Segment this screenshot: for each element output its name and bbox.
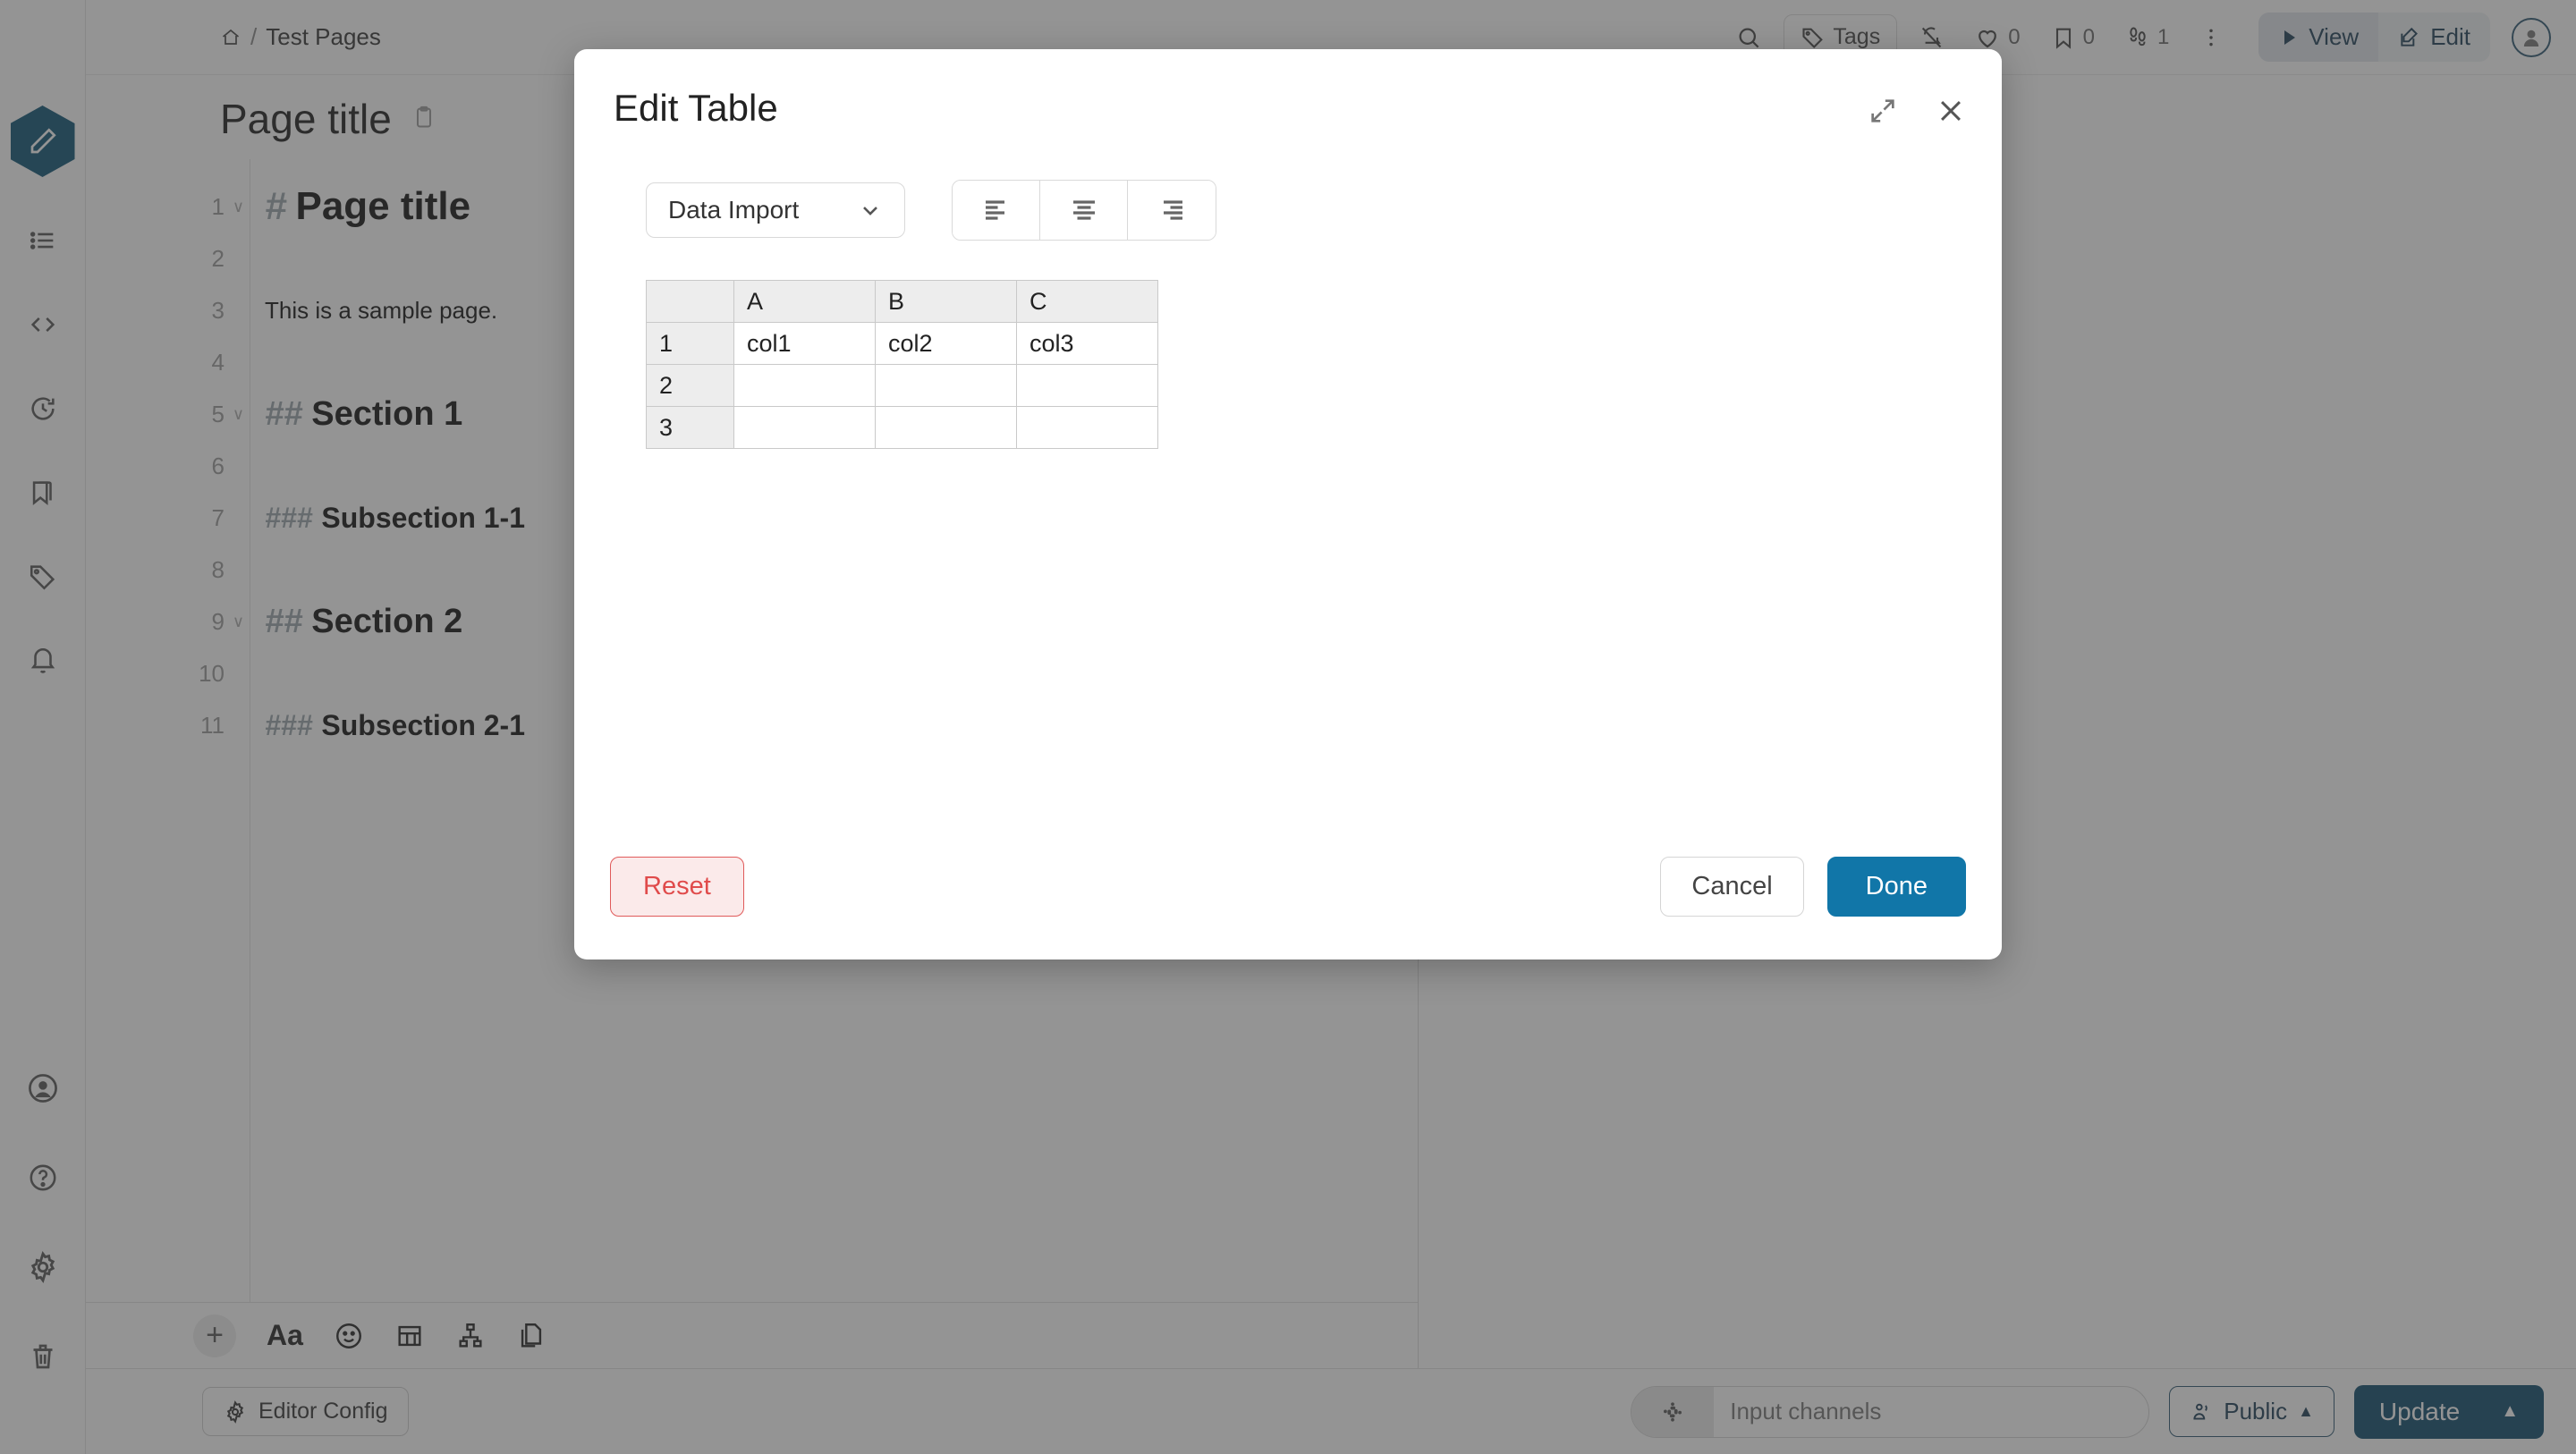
edit-table-dialog: Edit Table Data Import A B C 1 col1 col2… bbox=[574, 49, 2002, 959]
reset-button[interactable]: Reset bbox=[610, 857, 744, 917]
table-grid-header-row: ABC bbox=[646, 280, 1158, 323]
expand-icon[interactable] bbox=[1868, 96, 1898, 126]
grid-cell[interactable]: col1 bbox=[733, 322, 876, 365]
grid-cell[interactable] bbox=[875, 364, 1017, 407]
data-import-dropdown[interactable]: Data Import bbox=[646, 182, 905, 238]
close-icon[interactable] bbox=[1936, 96, 1966, 126]
align-right-button[interactable] bbox=[1128, 181, 1216, 240]
grid-cell[interactable] bbox=[1016, 364, 1158, 407]
table-grid-wrapper: ABC 1 col1 col2 col3 2 3 bbox=[610, 241, 2002, 449]
table-row: 1 col1 col2 col3 bbox=[646, 322, 1158, 365]
dialog-footer-right: Cancel Done bbox=[1660, 857, 1966, 917]
chevron-down-icon bbox=[863, 207, 877, 216]
align-right-icon bbox=[1164, 200, 1182, 220]
align-left-button[interactable] bbox=[953, 181, 1040, 240]
grid-corner-cell bbox=[646, 280, 734, 323]
grid-cell[interactable] bbox=[875, 406, 1017, 449]
dialog-toolbar: Data Import bbox=[610, 180, 2002, 241]
table-grid-head: ABC bbox=[646, 280, 1158, 323]
table-row: 3 bbox=[646, 406, 1158, 449]
dialog-header: Edit Table bbox=[574, 49, 2002, 130]
grid-row-header[interactable]: 3 bbox=[646, 406, 734, 449]
table-grid[interactable]: ABC 1 col1 col2 col3 2 3 bbox=[646, 280, 1158, 449]
grid-cell[interactable] bbox=[733, 406, 876, 449]
table-grid-body: 1 col1 col2 col3 2 3 bbox=[646, 322, 1158, 449]
align-left-icon bbox=[985, 200, 1004, 220]
grid-column-header[interactable]: B bbox=[875, 280, 1017, 323]
table-row: 2 bbox=[646, 364, 1158, 407]
grid-column-header[interactable]: A bbox=[733, 280, 876, 323]
dialog-title: Edit Table bbox=[614, 87, 778, 129]
alignment-button-group bbox=[952, 180, 1216, 241]
done-button[interactable]: Done bbox=[1826, 857, 1966, 917]
dialog-footer: Reset Cancel Done bbox=[574, 857, 2002, 959]
grid-row-header[interactable]: 2 bbox=[646, 364, 734, 407]
align-center-icon bbox=[1072, 200, 1095, 220]
data-import-label: Data Import bbox=[668, 196, 800, 224]
grid-cell[interactable] bbox=[1016, 406, 1158, 449]
align-center-button[interactable] bbox=[1040, 181, 1128, 240]
dialog-header-actions bbox=[1868, 87, 1966, 126]
grid-cell[interactable]: col3 bbox=[1016, 322, 1158, 365]
grid-cell[interactable] bbox=[733, 364, 876, 407]
grid-row-header[interactable]: 1 bbox=[646, 322, 734, 365]
grid-cell[interactable]: col2 bbox=[875, 322, 1017, 365]
grid-column-header[interactable]: C bbox=[1016, 280, 1158, 323]
cancel-button[interactable]: Cancel bbox=[1660, 857, 1804, 917]
